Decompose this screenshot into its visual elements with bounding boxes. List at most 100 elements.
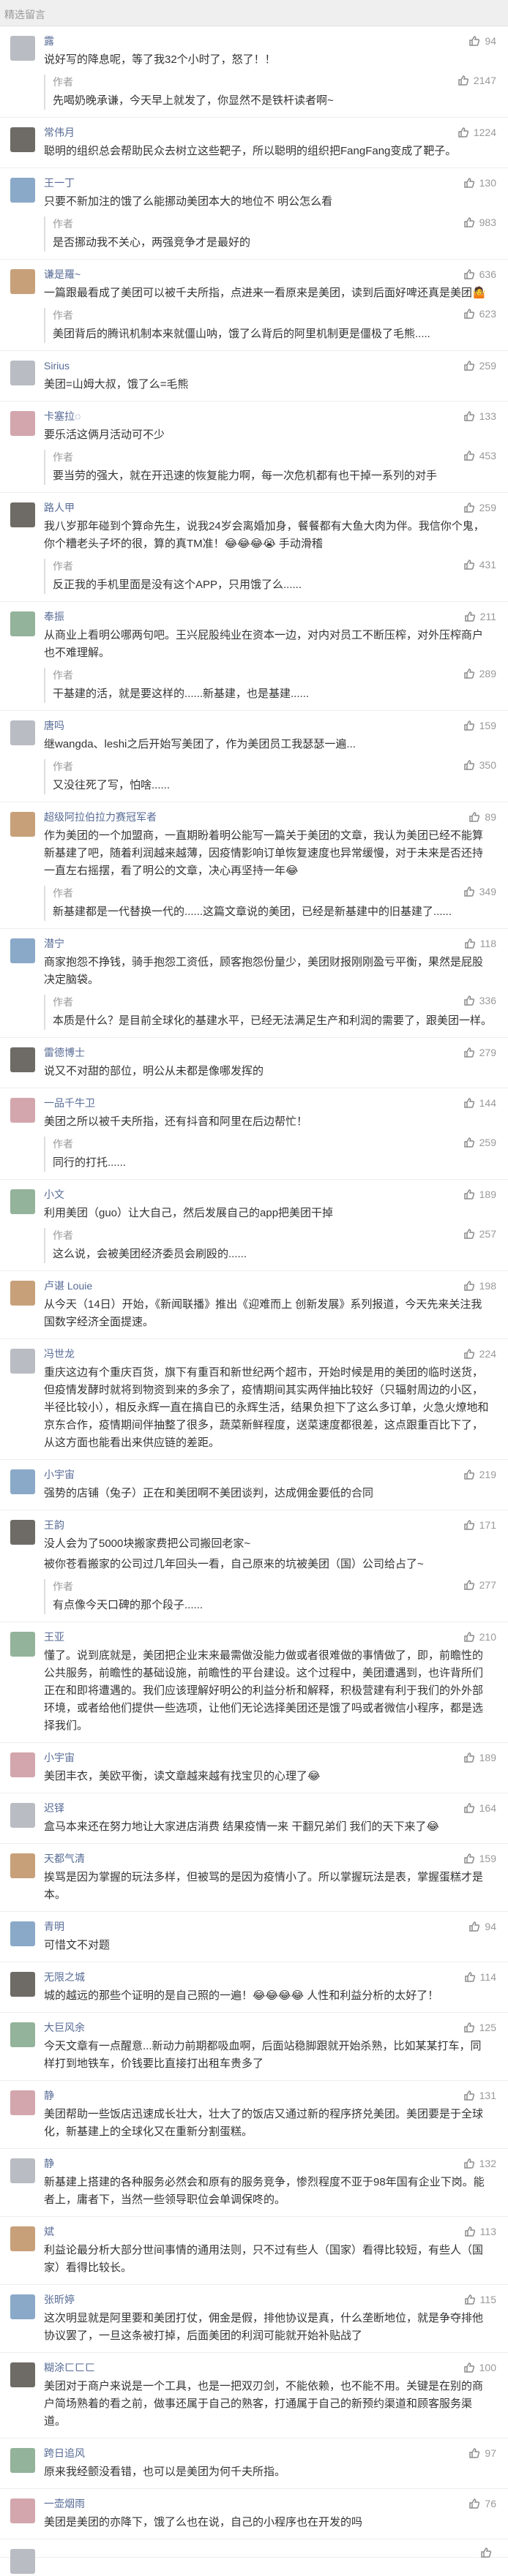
- reply-like-button[interactable]: 623: [463, 308, 496, 320]
- reply-like-button[interactable]: 431: [463, 559, 496, 570]
- comment-author[interactable]: 超级阿拉伯拉力赛冠军者: [44, 810, 429, 824]
- like-button[interactable]: 636: [463, 267, 496, 282]
- avatar[interactable]: [10, 720, 35, 745]
- comment-author[interactable]: 小文: [44, 1187, 429, 1202]
- avatar[interactable]: [10, 2294, 35, 2319]
- comment-author[interactable]: 卡塞拉◌: [44, 409, 429, 423]
- comment-author[interactable]: 王亚: [44, 1630, 429, 1644]
- avatar[interactable]: [10, 2022, 35, 2047]
- avatar[interactable]: [10, 1752, 35, 1777]
- like-button[interactable]: 131: [463, 2088, 496, 2103]
- comment-author[interactable]: 冯世龙: [44, 1347, 429, 1361]
- reply-like-button[interactable]: 2147: [457, 75, 496, 86]
- like-button[interactable]: 89: [468, 810, 496, 824]
- like-button[interactable]: 279: [463, 1045, 496, 1060]
- like-button[interactable]: 94: [468, 1919, 496, 1934]
- comment-author[interactable]: 雷德博士: [44, 1045, 429, 1060]
- reply-like-button[interactable]: 259: [463, 1137, 496, 1148]
- like-button[interactable]: 132: [463, 2156, 496, 2171]
- avatar[interactable]: [10, 1047, 35, 1072]
- reply-like-button[interactable]: 349: [463, 886, 496, 897]
- comment-author[interactable]: 青明: [44, 1919, 429, 1934]
- avatar[interactable]: [10, 938, 35, 963]
- like-button[interactable]: 198: [463, 1278, 496, 1293]
- comment-author[interactable]: 唐吗: [44, 718, 429, 733]
- comment-author[interactable]: 一品千牛卫: [44, 1096, 429, 1110]
- avatar[interactable]: [10, 812, 35, 837]
- comment-author[interactable]: 谦是羅~: [44, 267, 429, 282]
- like-button[interactable]: 171: [463, 1518, 496, 1532]
- like-button[interactable]: 115: [464, 2292, 496, 2307]
- like-button[interactable]: 114: [464, 1970, 496, 1984]
- like-button[interactable]: 97: [468, 2446, 496, 2460]
- like-button[interactable]: 100: [463, 2360, 496, 2375]
- comment-author[interactable]: 露: [44, 34, 429, 48]
- comment-author[interactable]: 无限之城: [44, 1970, 429, 1984]
- avatar[interactable]: [10, 2226, 35, 2251]
- reply-like-button[interactable]: 350: [463, 759, 496, 771]
- avatar[interactable]: [10, 2448, 35, 2473]
- avatar[interactable]: [10, 178, 35, 203]
- comment-author[interactable]: 一壶烟雨: [44, 2496, 429, 2511]
- reply-like-button[interactable]: 289: [463, 668, 496, 679]
- avatar[interactable]: [10, 1853, 35, 1878]
- avatar[interactable]: [10, 127, 35, 152]
- like-button[interactable]: 211: [464, 609, 496, 624]
- avatar[interactable]: [10, 36, 35, 61]
- avatar[interactable]: [10, 1972, 35, 1997]
- avatar[interactable]: [10, 611, 35, 636]
- reply-like-button[interactable]: 983: [463, 216, 496, 228]
- like-button[interactable]: 159: [463, 718, 496, 733]
- avatar[interactable]: [10, 2090, 35, 2115]
- comment-author[interactable]: 潜宁: [44, 936, 429, 951]
- comment-author[interactable]: Sirius: [44, 358, 429, 373]
- comment-author[interactable]: 大巨风余: [44, 2020, 429, 2035]
- comment-author[interactable]: 斌: [44, 2224, 429, 2239]
- like-button[interactable]: 159: [463, 1851, 496, 1866]
- like-button[interactable]: 113: [464, 2224, 496, 2239]
- like-button[interactable]: 118: [464, 936, 496, 951]
- reply-like-button[interactable]: 277: [463, 1579, 496, 1591]
- like-button[interactable]: 133: [463, 409, 496, 423]
- reply-like-button[interactable]: 257: [463, 1228, 496, 1240]
- comment-author[interactable]: 迟铎: [44, 1801, 429, 1815]
- like-button[interactable]: 224: [463, 1347, 496, 1361]
- avatar[interactable]: [10, 1469, 35, 1494]
- reply-like-button[interactable]: 336: [463, 995, 496, 1006]
- avatar[interactable]: [10, 269, 35, 294]
- avatar[interactable]: [10, 1921, 35, 1946]
- comment-author[interactable]: 天都气清: [44, 1851, 429, 1866]
- like-button[interactable]: 125: [463, 2020, 496, 2035]
- avatar[interactable]: [10, 1632, 35, 1657]
- comment-author[interactable]: 小宇宙: [44, 1750, 429, 1765]
- avatar[interactable]: [10, 1281, 35, 1306]
- comment-author[interactable]: 张昕婷: [44, 2292, 429, 2307]
- comment-author[interactable]: 糊涂ㄈㄈㄈ: [44, 2360, 429, 2375]
- like-button[interactable]: 210: [463, 1630, 496, 1644]
- avatar[interactable]: [10, 1803, 35, 1828]
- like-button[interactable]: 189: [463, 1187, 496, 1202]
- comment-author[interactable]: 王韵: [44, 1518, 429, 1532]
- avatar[interactable]: [10, 1349, 35, 1374]
- like-button[interactable]: 1224: [457, 125, 496, 140]
- like-button[interactable]: 94: [468, 34, 496, 48]
- avatar[interactable]: [10, 1098, 35, 1123]
- comment-author[interactable]: 常伟月: [44, 125, 429, 140]
- avatar[interactable]: [10, 1189, 35, 1214]
- avatar[interactable]: [10, 2498, 35, 2523]
- like-button[interactable]: 130: [463, 176, 496, 190]
- like-button[interactable]: 144: [463, 1096, 496, 1110]
- like-button[interactable]: 164: [463, 1801, 496, 1815]
- comment-author[interactable]: 王一丁: [44, 176, 429, 190]
- comment-author[interactable]: 奉振: [44, 609, 429, 624]
- avatar[interactable]: [10, 2549, 35, 2574]
- reply-like-button[interactable]: 453: [463, 450, 496, 462]
- avatar[interactable]: [10, 2362, 35, 2387]
- comment-author[interactable]: 路人甲: [44, 500, 429, 515]
- comment-author[interactable]: 跨日追风: [44, 2446, 429, 2460]
- avatar[interactable]: [10, 1520, 35, 1545]
- like-button[interactable]: [480, 2547, 496, 2558]
- comment-author[interactable]: 静: [44, 2088, 429, 2103]
- avatar[interactable]: [10, 2158, 35, 2183]
- like-button[interactable]: 189: [463, 1750, 496, 1765]
